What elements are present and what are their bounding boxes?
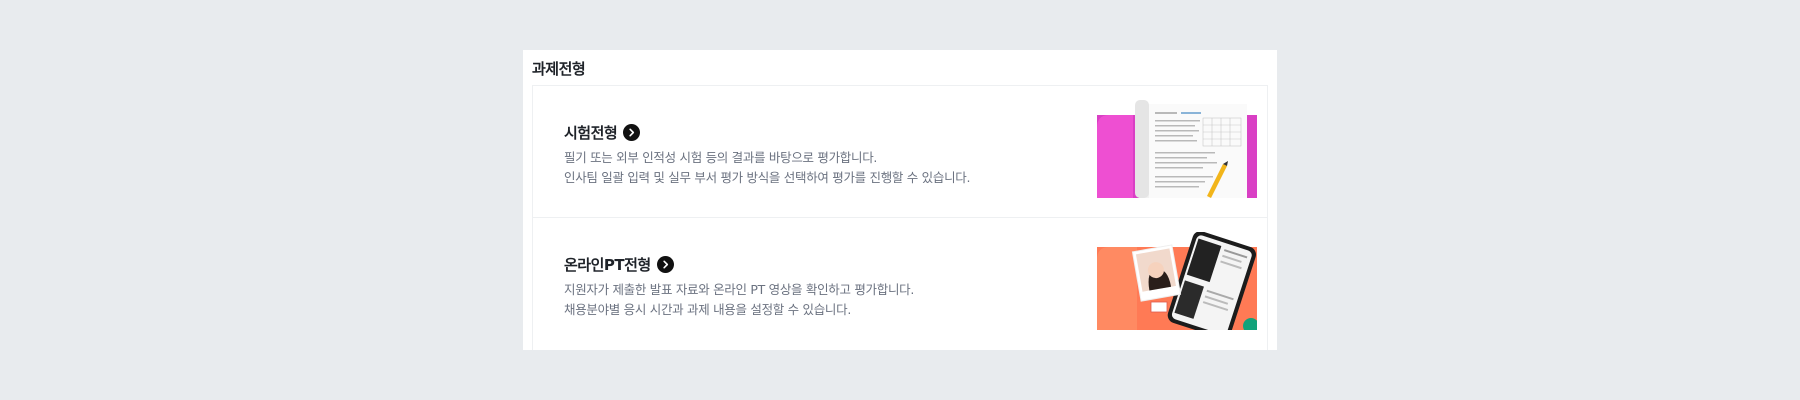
description-line: 채용분야별 응시 시간과 과제 내용을 설정할 수 있습니다. (564, 302, 851, 317)
card-title: 온라인PT전형 (564, 256, 651, 274)
section-title: 과제전형 (532, 60, 586, 78)
chevron-right-icon[interactable] (656, 256, 674, 273)
online-pt-illustration (1097, 232, 1257, 330)
online-pt-type-title-link[interactable]: 온라인PT전형 (564, 254, 674, 275)
exam-type-title-link[interactable]: 시험전형 (564, 122, 641, 143)
assignment-type-panel: 과제전형 시험전형 필기 또는 외부 인적성 시험 등의 결과를 바탕으로 평가… (523, 50, 1277, 350)
card-title: 시험전형 (564, 124, 618, 142)
exam-paper-illustration (1097, 100, 1257, 198)
chevron-right-icon[interactable] (623, 124, 641, 141)
exam-type-card[interactable]: 시험전형 필기 또는 외부 인적성 시험 등의 결과를 바탕으로 평가합니다. … (533, 86, 1267, 216)
online-pt-type-card[interactable]: 온라인PT전형 지원자가 제출한 발표 자료와 온라인 PT 영상을 확인하고 … (533, 217, 1267, 347)
card-description: 지원자가 제출한 발표 자료와 온라인 PT 영상을 확인하고 평가합니다. 채… (564, 280, 914, 320)
assignment-type-list: 시험전형 필기 또는 외부 인적성 시험 등의 결과를 바탕으로 평가합니다. … (532, 85, 1268, 350)
description-line: 인사팀 일괄 입력 및 실무 부서 평가 방식을 선택하여 평가를 진행할 수 … (564, 170, 971, 185)
description-line: 필기 또는 외부 인적성 시험 등의 결과를 바탕으로 평가합니다. (564, 150, 878, 165)
description-line: 지원자가 제출한 발표 자료와 온라인 PT 영상을 확인하고 평가합니다. (564, 282, 915, 297)
card-description: 필기 또는 외부 인적성 시험 등의 결과를 바탕으로 평가합니다. 인사팀 일… (564, 148, 970, 188)
